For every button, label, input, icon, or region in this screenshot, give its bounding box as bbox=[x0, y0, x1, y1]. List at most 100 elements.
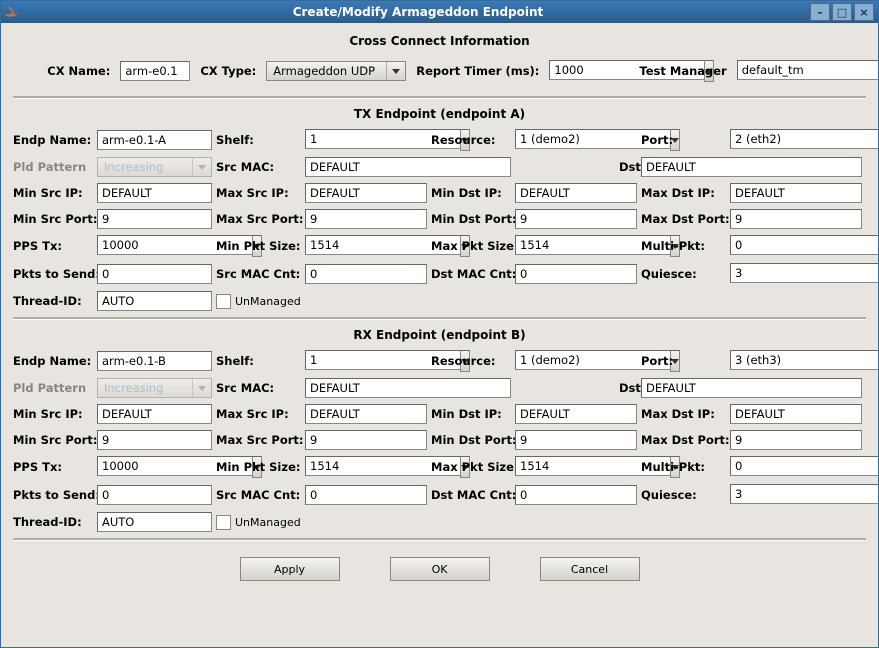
tx-dst-mac-label: Dst MAC: bbox=[619, 160, 637, 174]
rx-pkts-to-send-label: Pkts to Send: bbox=[13, 488, 93, 502]
rx-min-pkt-label: Min Pkt Size: bbox=[216, 460, 301, 474]
rx-min-dst-ip-label: Min Dst IP: bbox=[431, 407, 511, 421]
rx-port-label: Port: bbox=[641, 354, 726, 368]
rx-quiesce-combo[interactable] bbox=[730, 484, 862, 506]
rx-max-pkt-combo[interactable] bbox=[515, 456, 637, 478]
chevron-down-icon bbox=[192, 379, 211, 397]
rx-max-src-ip-label: Max Src IP: bbox=[216, 407, 301, 421]
tx-min-dst-port-input[interactable] bbox=[515, 209, 637, 229]
tx-max-src-ip-input[interactable] bbox=[305, 183, 427, 203]
report-timer-label: Report Timer (ms): bbox=[416, 64, 539, 78]
tx-max-pkt-label: Max Pkt Size: bbox=[431, 239, 511, 253]
report-timer-combo[interactable] bbox=[549, 60, 629, 82]
rx-min-dst-port-label: Min Dst Port: bbox=[431, 433, 511, 447]
minimize-button[interactable]: – bbox=[810, 3, 830, 21]
test-manager-combo[interactable] bbox=[737, 60, 832, 82]
tx-pps-combo[interactable] bbox=[97, 235, 212, 257]
tx-dst-mac-cnt-input[interactable] bbox=[515, 264, 637, 284]
tx-unmanaged-checkbox[interactable]: UnManaged bbox=[216, 294, 427, 309]
button-row: Apply OK Cancel bbox=[13, 551, 866, 581]
rx-dst-mac-cnt-label: Dst MAC Cnt: bbox=[431, 488, 511, 502]
rx-unmanaged-checkbox[interactable]: UnManaged bbox=[216, 515, 427, 530]
tx-max-dst-port-input[interactable] bbox=[730, 209, 862, 229]
tx-dst-mac-input[interactable] bbox=[641, 157, 862, 177]
rx-min-src-port-label: Min Src Port: bbox=[13, 433, 93, 447]
cross-connect-row: CX Name: CX Type: Armageddon UDP Report … bbox=[13, 56, 866, 92]
rx-dst-mac-cnt-input[interactable] bbox=[515, 485, 637, 505]
rx-pkts-to-send-input[interactable] bbox=[97, 485, 212, 505]
tx-max-src-port-label: Max Src Port: bbox=[216, 212, 301, 226]
rx-min-pkt-combo[interactable] bbox=[305, 456, 427, 478]
tx-min-src-ip-input[interactable] bbox=[97, 183, 212, 203]
rx-resource-label: Resource: bbox=[431, 354, 511, 368]
rx-dst-mac-input[interactable] bbox=[641, 378, 862, 398]
tx-pkts-to-send-label: Pkts to Send: bbox=[13, 267, 93, 281]
tx-multi-pkt-combo[interactable] bbox=[730, 235, 862, 257]
checkbox-box bbox=[216, 515, 231, 530]
tx-min-pkt-label: Min Pkt Size: bbox=[216, 239, 301, 253]
tx-min-dst-ip-input[interactable] bbox=[515, 183, 637, 203]
tx-src-mac-cnt-input[interactable] bbox=[305, 264, 427, 284]
rx-dst-mac-label: Dst MAC: bbox=[619, 381, 637, 395]
tx-min-pkt-combo[interactable] bbox=[305, 235, 427, 257]
tx-max-pkt-combo[interactable] bbox=[515, 235, 637, 257]
rx-max-dst-port-input[interactable] bbox=[730, 430, 862, 450]
rx-thread-id-input[interactable] bbox=[97, 512, 212, 532]
rx-endp-name-label: Endp Name: bbox=[13, 354, 93, 368]
tx-quiesce-combo[interactable] bbox=[730, 263, 862, 285]
tx-min-src-port-input[interactable] bbox=[97, 209, 212, 229]
tx-heading: TX Endpoint (endpoint A) bbox=[13, 107, 866, 121]
tx-thread-id-label: Thread-ID: bbox=[13, 294, 93, 308]
titlebar: Create/Modify Armageddon Endpoint – □ × bbox=[1, 1, 878, 23]
tx-port-label: Port: bbox=[641, 133, 726, 147]
rx-max-src-port-input[interactable] bbox=[305, 430, 427, 450]
rx-pld-combo: Increasing bbox=[97, 378, 212, 398]
close-button[interactable]: × bbox=[854, 3, 874, 21]
rx-max-src-port-label: Max Src Port: bbox=[216, 433, 301, 447]
rx-pps-label: PPS Tx: bbox=[13, 460, 93, 474]
rx-port-combo[interactable] bbox=[730, 350, 862, 372]
rx-max-dst-ip-input[interactable] bbox=[730, 404, 862, 424]
tx-max-dst-ip-input[interactable] bbox=[730, 183, 862, 203]
tx-src-mac-cnt-label: Src MAC Cnt: bbox=[216, 267, 301, 281]
rx-endp-name-input[interactable] bbox=[97, 351, 212, 371]
rx-multi-pkt-combo[interactable] bbox=[730, 456, 862, 478]
rx-src-mac-input[interactable] bbox=[305, 378, 511, 398]
tx-endp-name-input[interactable] bbox=[97, 130, 212, 150]
maximize-button[interactable]: □ bbox=[832, 3, 852, 21]
tx-max-src-port-input[interactable] bbox=[305, 209, 427, 229]
tx-shelf-combo[interactable] bbox=[305, 129, 427, 151]
rx-max-dst-port-label: Max Dst Port: bbox=[641, 433, 726, 447]
rx-resource-combo[interactable] bbox=[515, 350, 637, 372]
tx-pkts-to-send-input[interactable] bbox=[97, 264, 212, 284]
rx-min-src-ip-input[interactable] bbox=[97, 404, 212, 424]
cross-connect-heading: Cross Connect Information bbox=[13, 34, 866, 48]
tx-resource-combo[interactable] bbox=[515, 129, 637, 151]
tx-dst-mac-cnt-label: Dst MAC Cnt: bbox=[431, 267, 511, 281]
rx-min-dst-ip-input[interactable] bbox=[515, 404, 637, 424]
tx-grid: Endp Name: Shelf: Resource: Port: Pld Pa… bbox=[13, 129, 866, 311]
rx-pld-label: Pld Pattern bbox=[13, 381, 93, 395]
tx-src-mac-input[interactable] bbox=[305, 157, 511, 177]
cancel-button[interactable]: Cancel bbox=[540, 557, 640, 581]
ok-button[interactable]: OK bbox=[390, 557, 490, 581]
tx-min-dst-port-label: Min Dst Port: bbox=[431, 212, 511, 226]
cx-type-combo[interactable]: Armageddon UDP bbox=[266, 61, 406, 81]
rx-min-src-port-input[interactable] bbox=[97, 430, 212, 450]
rx-src-mac-cnt-input[interactable] bbox=[305, 485, 427, 505]
tx-min-dst-ip-label: Min Dst IP: bbox=[431, 186, 511, 200]
rx-min-dst-port-input[interactable] bbox=[515, 430, 637, 450]
rx-pps-combo[interactable] bbox=[97, 456, 212, 478]
rx-grid: Endp Name: Shelf: Resource: Port: Pld Pa… bbox=[13, 350, 866, 532]
cx-name-input[interactable] bbox=[120, 61, 190, 81]
apply-button[interactable]: Apply bbox=[240, 557, 340, 581]
tx-min-src-ip-label: Min Src IP: bbox=[13, 186, 93, 200]
divider bbox=[13, 317, 866, 320]
tx-thread-id-input[interactable] bbox=[97, 291, 212, 311]
divider bbox=[13, 96, 866, 99]
rx-shelf-combo[interactable] bbox=[305, 350, 427, 372]
window-title: Create/Modify Armageddon Endpoint bbox=[26, 5, 810, 19]
tx-resource-label: Resource: bbox=[431, 133, 511, 147]
tx-port-combo[interactable] bbox=[730, 129, 862, 151]
rx-max-src-ip-input[interactable] bbox=[305, 404, 427, 424]
